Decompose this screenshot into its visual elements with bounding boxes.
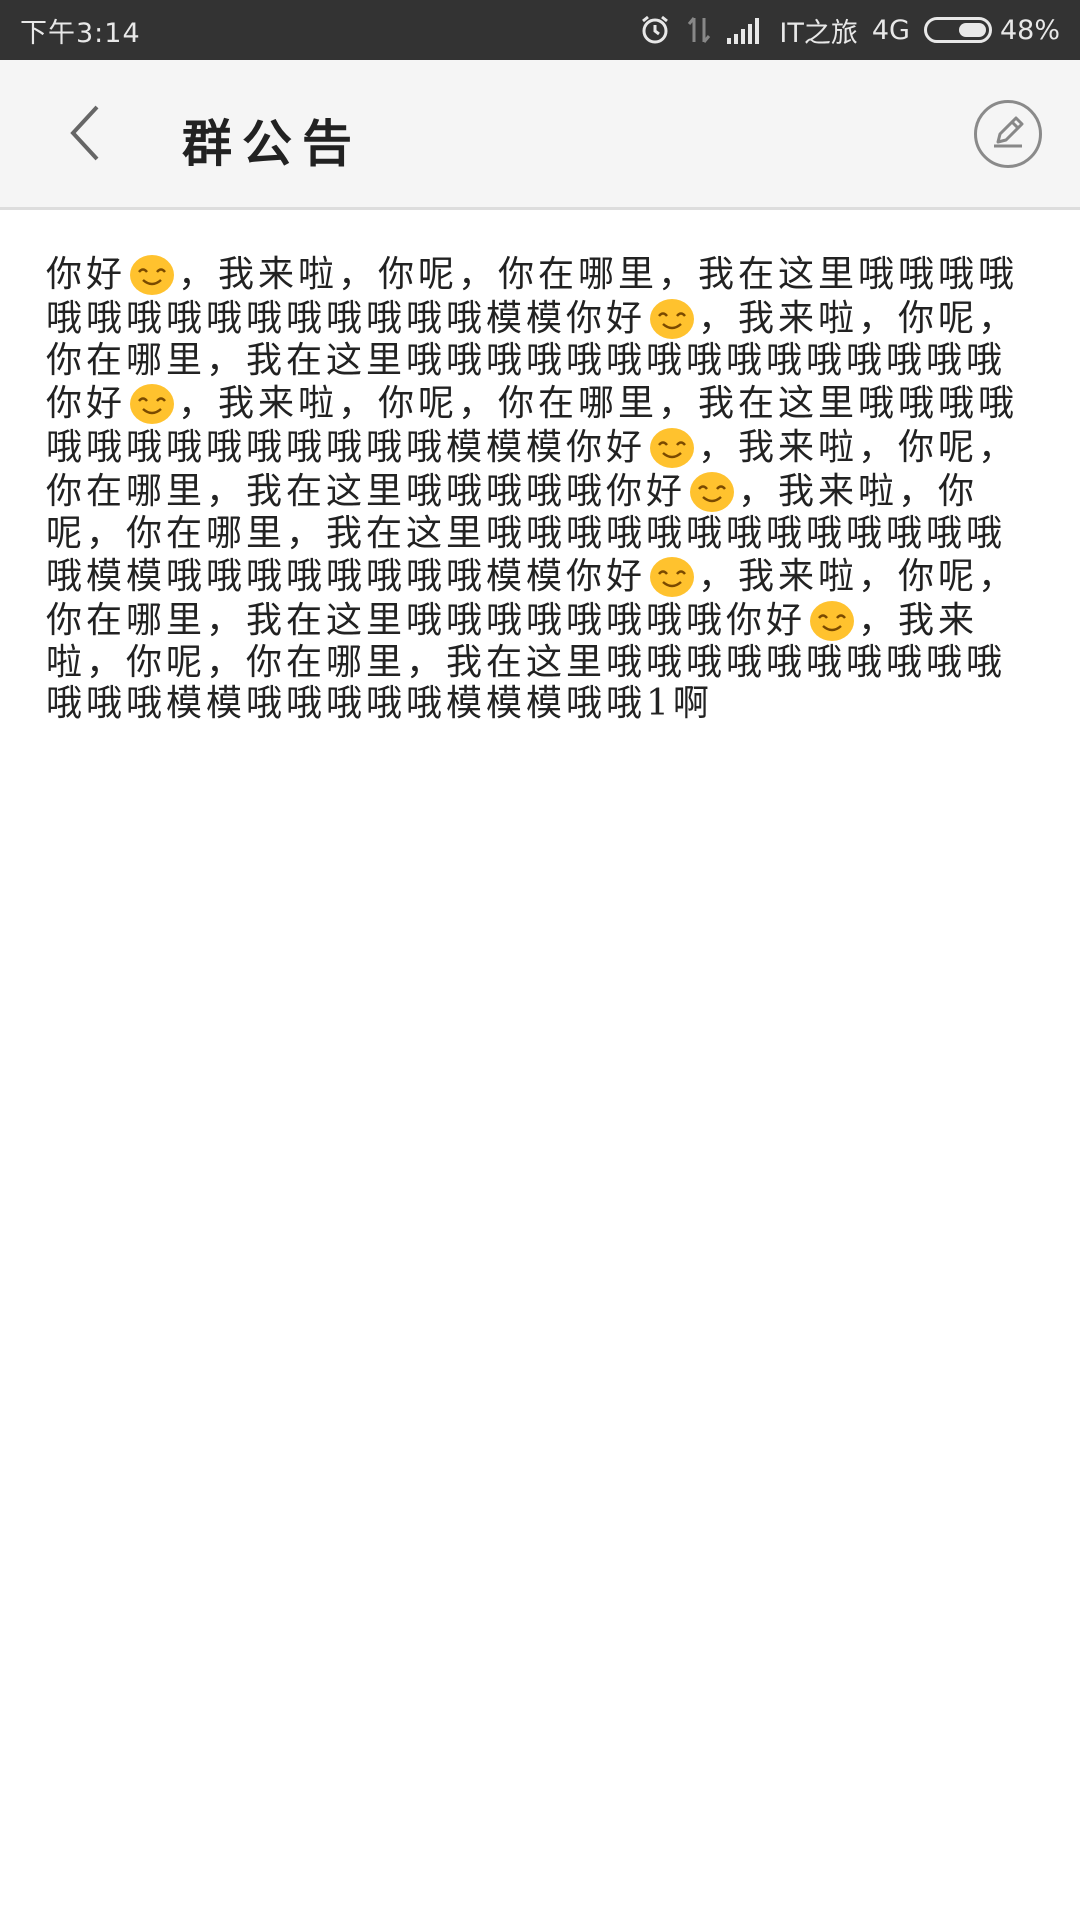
smiling-face-icon [128,252,176,296]
smiling-face-icon [648,554,696,598]
network-type: 4G [871,14,910,46]
status-bar: 下午3:14 IT之旅 4G 48% [0,0,1080,60]
announcement-segment: 你好 [46,254,127,295]
smiling-face-icon [648,296,696,340]
smiling-face-icon [808,598,856,642]
battery-icon [923,17,992,43]
carrier-name: IT之旅 [779,17,858,49]
smiling-face-icon [128,381,176,425]
signal-icon [727,16,765,44]
battery-percent: 48% [999,14,1060,46]
status-time: 下午3:14 [20,17,141,49]
alarm-icon [639,14,671,46]
pencil-icon [988,112,1028,156]
battery-indicator: 48% [923,14,1060,46]
page-title: 群公告 [182,114,362,173]
chevron-left-icon [65,103,105,167]
status-icons: IT之旅 4G 48% [639,11,1060,50]
announcement-text: 你好 ，我来啦，你呢，你在哪里，我在这里哦哦哦哦哦哦哦哦哦哦哦哦哦哦哦模模你好 ，我… [46,252,1036,724]
back-button[interactable] [50,100,120,170]
app-bar: 群公告 [0,60,1080,210]
data-transfer-icon [685,14,713,46]
battery-level [958,23,986,37]
edit-button[interactable] [974,100,1042,168]
smiling-face-icon [688,469,736,513]
smiling-face-icon [648,425,696,469]
